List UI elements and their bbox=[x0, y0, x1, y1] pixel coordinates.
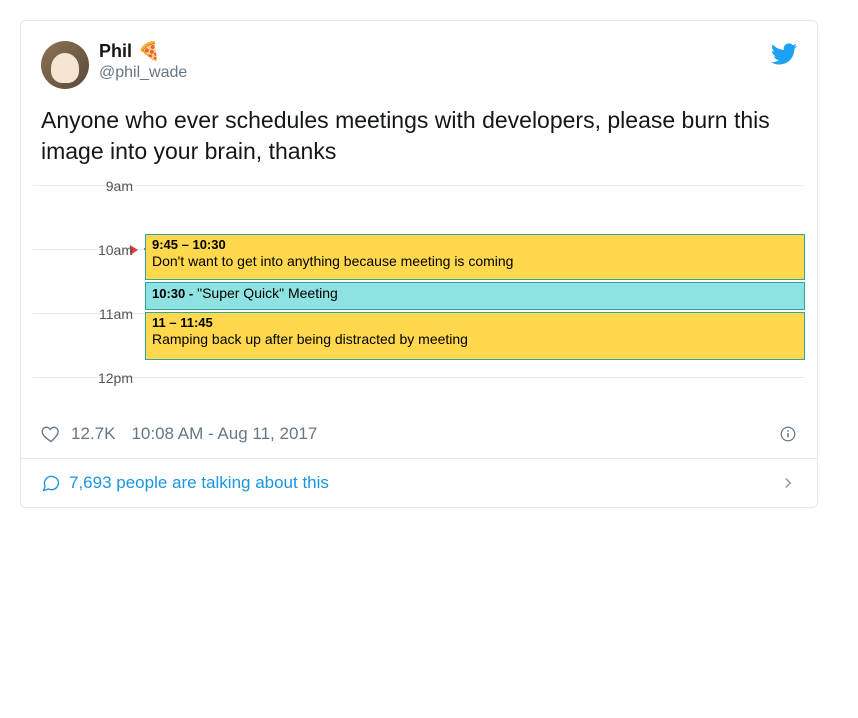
calendar-event: 11 – 11:45 Ramping back up after being d… bbox=[145, 312, 805, 360]
display-name[interactable]: Phil 🍕 bbox=[99, 41, 187, 62]
tweet-footer: 7,693 people are talking about this bbox=[21, 459, 817, 507]
timestamp[interactable]: 10:08 AM - Aug 11, 2017 bbox=[131, 424, 317, 444]
heart-icon[interactable] bbox=[41, 424, 61, 444]
user-info: Phil 🍕 @phil_wade bbox=[99, 41, 187, 82]
calendar-hour-row: 9am 9:45 – 10:30 Don't want to get into … bbox=[33, 186, 805, 250]
talking-link[interactable]: 7,693 people are talking about this bbox=[41, 473, 329, 493]
calendar-hour-row: 10am 10:30 - "Super Quick" Meeting bbox=[33, 250, 805, 314]
tweet-header: Phil 🍕 @phil_wade bbox=[21, 21, 817, 89]
chevron-right-icon[interactable] bbox=[779, 474, 797, 492]
event-title: Ramping back up after being distracted b… bbox=[152, 331, 798, 349]
event-time: 10:30 - bbox=[152, 286, 193, 301]
avatar[interactable] bbox=[41, 41, 89, 89]
info-icon[interactable] bbox=[779, 425, 797, 443]
like-count[interactable]: 12.7K bbox=[71, 424, 115, 444]
comment-icon bbox=[41, 473, 61, 493]
tweet-card: Phil 🍕 @phil_wade Anyone who ever schedu… bbox=[20, 20, 818, 508]
display-name-text: Phil bbox=[99, 41, 132, 62]
hour-label: 9am bbox=[33, 178, 133, 194]
event-time: 11 – 11:45 bbox=[152, 315, 798, 331]
talking-text: 7,693 people are talking about this bbox=[69, 473, 329, 493]
calendar-hour-row: 11am 11 – 11:45 Ramping back up after be… bbox=[33, 314, 805, 378]
calendar-hour-row: 12pm bbox=[33, 378, 805, 406]
twitter-logo-icon[interactable] bbox=[771, 41, 797, 67]
tweet-text: Anyone who ever schedules meetings with … bbox=[21, 89, 817, 185]
hour-label: 12pm bbox=[33, 370, 133, 386]
user-handle[interactable]: @phil_wade bbox=[99, 64, 187, 82]
hour-label: 11am bbox=[33, 306, 133, 322]
pizza-emoji: 🍕 bbox=[138, 41, 160, 62]
hour-label: 10am bbox=[33, 242, 133, 258]
event-title: "Super Quick" Meeting bbox=[197, 285, 338, 301]
tweet-meta: 12.7K 10:08 AM - Aug 11, 2017 bbox=[21, 406, 817, 458]
calendar-image: 9am 9:45 – 10:30 Don't want to get into … bbox=[33, 185, 805, 406]
calendar-event: 10:30 - "Super Quick" Meeting bbox=[145, 282, 805, 310]
